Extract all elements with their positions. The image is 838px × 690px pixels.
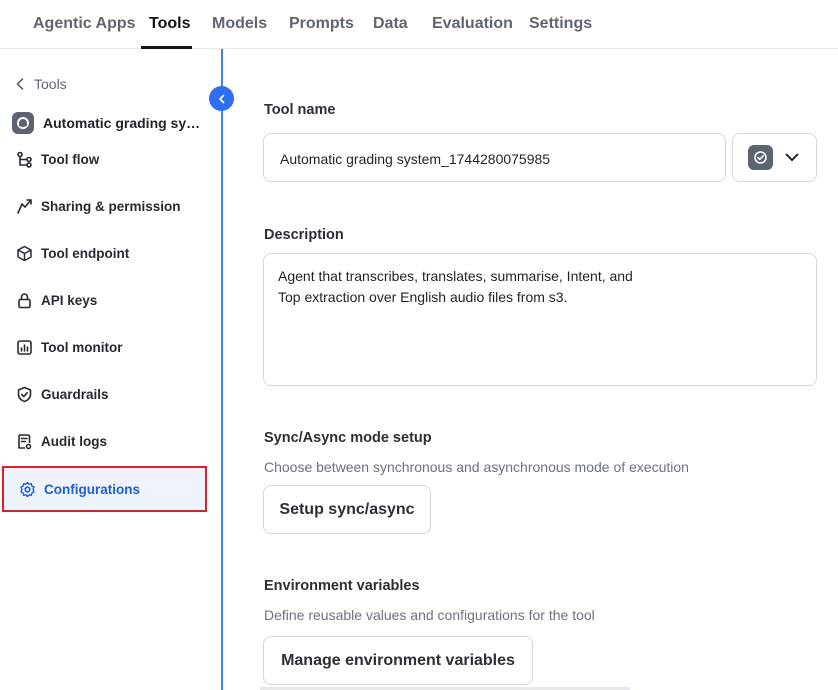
env-vars-label: Environment variables bbox=[264, 578, 420, 594]
sidebar-item-label: Guardrails bbox=[41, 387, 109, 402]
chart-icon bbox=[17, 340, 32, 355]
tool-name-value: Automatic grading system_1744280075985 bbox=[280, 151, 551, 167]
description-textarea[interactable]: Agent that transcribes, translates, summ… bbox=[263, 253, 817, 386]
chevron-down-icon bbox=[785, 153, 799, 161]
shield-icon bbox=[17, 386, 32, 403]
gear-icon bbox=[20, 481, 35, 497]
cube-icon bbox=[17, 245, 32, 262]
sidebar-divider[interactable] bbox=[221, 49, 223, 690]
sync-async-helper: Choose between synchronous and asynchron… bbox=[264, 459, 689, 475]
tool-header: Automatic grading syste... bbox=[12, 112, 212, 134]
tool-avatar-icon bbox=[12, 112, 34, 134]
tool-title: Automatic grading syste... bbox=[43, 115, 203, 131]
tab-tools[interactable]: Tools bbox=[149, 15, 190, 33]
chevron-left-icon bbox=[218, 94, 224, 103]
sidebar-item-tool-monitor[interactable]: Tool monitor bbox=[16, 339, 122, 356]
sidebar-item-label: Tool monitor bbox=[41, 340, 123, 355]
tool-icon-select[interactable] bbox=[732, 133, 817, 182]
chevron-left-icon bbox=[16, 78, 24, 90]
top-navigation: Agentic Apps Tools Models Prompts Data E… bbox=[0, 0, 838, 49]
flow-icon bbox=[17, 151, 32, 168]
sidebar-item-api-keys[interactable]: API keys bbox=[16, 292, 97, 309]
tab-models[interactable]: Models bbox=[212, 15, 267, 33]
share-icon bbox=[17, 199, 32, 214]
lock-icon bbox=[18, 293, 31, 309]
tab-data[interactable]: Data bbox=[373, 15, 408, 33]
tab-settings[interactable]: Settings bbox=[529, 15, 592, 33]
sidebar-item-configurations[interactable]: Configurations bbox=[2, 466, 207, 512]
sidebar-item-label: Sharing & permission bbox=[41, 199, 181, 214]
tab-evaluation[interactable]: Evaluation bbox=[432, 15, 513, 33]
back-label: Tools bbox=[34, 76, 67, 92]
back-to-tools-link[interactable]: Tools bbox=[16, 76, 67, 92]
description-line: Top extraction over English audio files … bbox=[278, 289, 568, 305]
tab-agentic-apps[interactable]: Agentic Apps bbox=[33, 15, 136, 33]
tab-prompts[interactable]: Prompts bbox=[289, 15, 354, 33]
sidebar-item-guardrails[interactable]: Guardrails bbox=[16, 386, 109, 403]
setup-sync-async-button[interactable]: Setup sync/async bbox=[263, 485, 431, 534]
sidebar bbox=[0, 49, 222, 690]
sidebar-item-tool-flow[interactable]: Tool flow bbox=[16, 151, 99, 168]
sidebar-item-label: Tool flow bbox=[41, 152, 100, 167]
manage-env-vars-button[interactable]: Manage environment variables bbox=[263, 636, 533, 685]
env-vars-helper: Define reusable values and configuration… bbox=[264, 607, 595, 623]
sync-async-label: Sync/Async mode setup bbox=[264, 430, 432, 446]
sidebar-item-tool-endpoint[interactable]: Tool endpoint bbox=[16, 245, 129, 262]
sidebar-item-sharing-permission[interactable]: Sharing & permission bbox=[16, 198, 181, 215]
tool-name-label: Tool name bbox=[264, 102, 336, 118]
description-line: Agent that transcribes, translates, summ… bbox=[278, 268, 633, 284]
collapse-sidebar-button[interactable] bbox=[209, 86, 234, 111]
tool-icon-preview bbox=[748, 145, 773, 170]
document-icon bbox=[18, 434, 32, 450]
description-label: Description bbox=[264, 227, 344, 243]
sidebar-item-label: Configurations bbox=[44, 481, 140, 497]
sidebar-item-label: API keys bbox=[41, 293, 98, 308]
tool-name-input[interactable]: Automatic grading system_1744280075985 bbox=[263, 133, 726, 182]
sidebar-item-label: Audit logs bbox=[41, 434, 107, 449]
sidebar-item-audit-logs[interactable]: Audit logs bbox=[16, 433, 107, 450]
sidebar-item-label: Tool endpoint bbox=[41, 246, 130, 261]
